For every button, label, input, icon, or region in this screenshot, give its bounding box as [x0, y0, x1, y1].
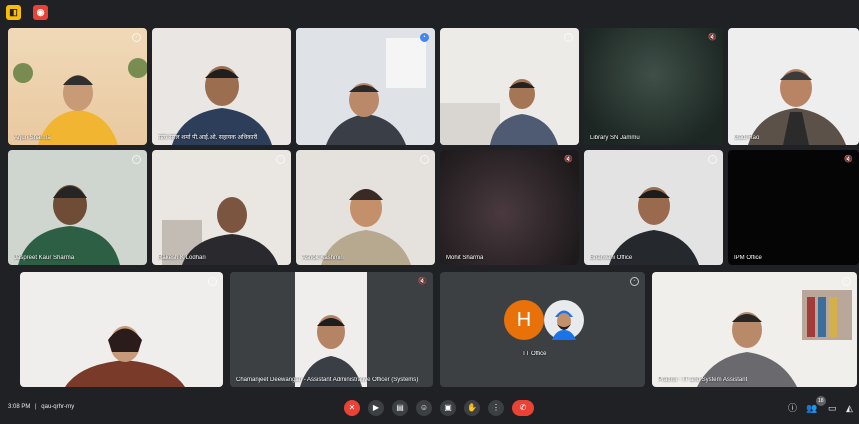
participant-video: [609, 187, 699, 265]
participant-video: [172, 66, 272, 145]
participant-video: [321, 189, 411, 265]
participant-tile[interactable]: ◦ Prathur - IT and System Assistant: [652, 272, 857, 387]
pin-icon[interactable]: ◦: [842, 277, 851, 286]
participant-name: Gadi Rao: [734, 135, 760, 141]
emoji-icon[interactable]: ☺: [416, 400, 432, 416]
mic-off-icon: 🔇: [708, 34, 717, 41]
avatar: H: [504, 300, 544, 340]
pin-icon[interactable]: •: [420, 33, 429, 42]
pin-icon[interactable]: ◦: [208, 277, 217, 286]
pin-icon[interactable]: ◦: [708, 155, 717, 164]
mic-off-icon: 🔇: [564, 156, 573, 163]
pin-icon[interactable]: ◦: [132, 33, 141, 42]
camera-icon[interactable]: ▶: [368, 400, 384, 416]
participant-name: सत्य सरल शर्मा पी.आई.ओ. सहायक अधिकारी: [158, 135, 258, 141]
user-avatar-icon: [544, 300, 584, 340]
separator: |: [35, 404, 37, 410]
participant-video: [65, 326, 185, 387]
meeting-toolbar: 3:08 PM | qau-qrhr-rny ✕ ▶ ▤ ☺ ▣ ✋ ⋮ ✆ ⓘ…: [0, 393, 859, 424]
participant-video: [162, 197, 278, 265]
participant-tile[interactable]: 🔇 Library SN Jammu: [584, 28, 723, 145]
participant-tile[interactable]: ◦ Arjun Sharma: [8, 28, 147, 145]
chat-icon[interactable]: ▭: [828, 403, 837, 413]
participant-tile[interactable]: ◦: [440, 28, 579, 145]
more-icon[interactable]: ⋮: [488, 400, 504, 416]
pin-icon[interactable]: ◦: [564, 33, 573, 42]
participant-name: Rakesh K Lodhari: [158, 255, 206, 261]
top-bar: ◧ ◉: [0, 0, 859, 26]
clock-time: 3:08 PM: [8, 404, 31, 410]
record-icon[interactable]: ◉: [33, 5, 48, 20]
people-icon[interactable]: 👥 18: [806, 396, 826, 413]
participant-tile[interactable]: •: [296, 28, 435, 145]
participant-tile[interactable]: सत्य सरल शर्मा पी.आई.ओ. सहायक अधिकारी: [152, 28, 291, 145]
participant-video: [440, 79, 558, 145]
participant-tile[interactable]: ◦ Bharwani Office: [584, 150, 723, 265]
participant-video: [13, 58, 147, 145]
pin-icon[interactable]: ◦: [132, 155, 141, 164]
pin-icon[interactable]: ◦: [630, 277, 639, 286]
leave-call-button[interactable]: ✆: [512, 400, 534, 416]
meeting-info: 3:08 PM | qau-qrhr-rny: [8, 404, 74, 410]
participant-name: Arjun Sharma: [14, 135, 51, 141]
participant-name: Mohit Sharma: [446, 255, 484, 261]
participant-video: [748, 69, 846, 145]
participant-name: TT Office: [522, 351, 547, 357]
info-icon[interactable]: ⓘ: [788, 403, 797, 413]
participant-name: Ashok Kashmiri: [302, 255, 344, 261]
participant-tile[interactable]: ◦ Ashok Kashmiri: [296, 150, 435, 265]
pin-icon[interactable]: ◦: [276, 155, 285, 164]
participant-tile[interactable]: ◦ Rakesh K Lodhari: [152, 150, 291, 265]
participant-name: Library SN Jammu: [590, 135, 640, 141]
participant-video: [18, 185, 120, 265]
participant-name: Bharwani Office: [590, 255, 633, 261]
participant-name: Chamanjeet Deewangan - Assistant Adminis…: [236, 377, 419, 383]
raise-hand-icon[interactable]: ✋: [464, 400, 480, 416]
participant-name: IPM Office: [734, 255, 762, 261]
participant-tile[interactable]: 🔇 Mohit Sharma: [440, 150, 579, 265]
participant-video: [697, 290, 852, 387]
participant-video: [300, 315, 362, 387]
participant-tile[interactable]: ◦ Jaspreet Kaur Sharma: [8, 150, 147, 265]
activities-icon[interactable]: ◭: [846, 403, 853, 413]
present-icon[interactable]: ▣: [440, 400, 456, 416]
avatar: [544, 300, 584, 340]
mic-off-icon: 🔇: [844, 156, 853, 163]
participant-tile[interactable]: 🔇 IPM Office: [728, 150, 859, 265]
participant-tile[interactable]: H ◦ TT Office: [440, 272, 645, 387]
lock-icon[interactable]: ◧: [6, 5, 21, 20]
meeting-code: qau-qrhr-rny: [41, 404, 75, 410]
participant-tile[interactable]: 🔇 Chamanjeet Deewangan - Assistant Admin…: [230, 272, 433, 387]
mic-off-icon[interactable]: ✕: [344, 400, 360, 416]
people-icon-glyph: 👥: [806, 403, 818, 413]
participant-tile[interactable]: ◦: [20, 272, 223, 387]
participant-name: Prathur - IT and System Assistant: [658, 377, 748, 383]
participant-name: Jaspreet Kaur Sharma: [14, 255, 75, 261]
pin-icon[interactable]: ◦: [420, 155, 429, 164]
people-count-badge: 18: [816, 396, 826, 406]
participant-tile[interactable]: Gadi Rao: [728, 28, 859, 145]
mic-off-icon: 🔇: [418, 278, 427, 285]
captions-icon[interactable]: ▤: [392, 400, 408, 416]
participant-video: [326, 38, 426, 145]
avatar-letter: H: [516, 309, 532, 331]
